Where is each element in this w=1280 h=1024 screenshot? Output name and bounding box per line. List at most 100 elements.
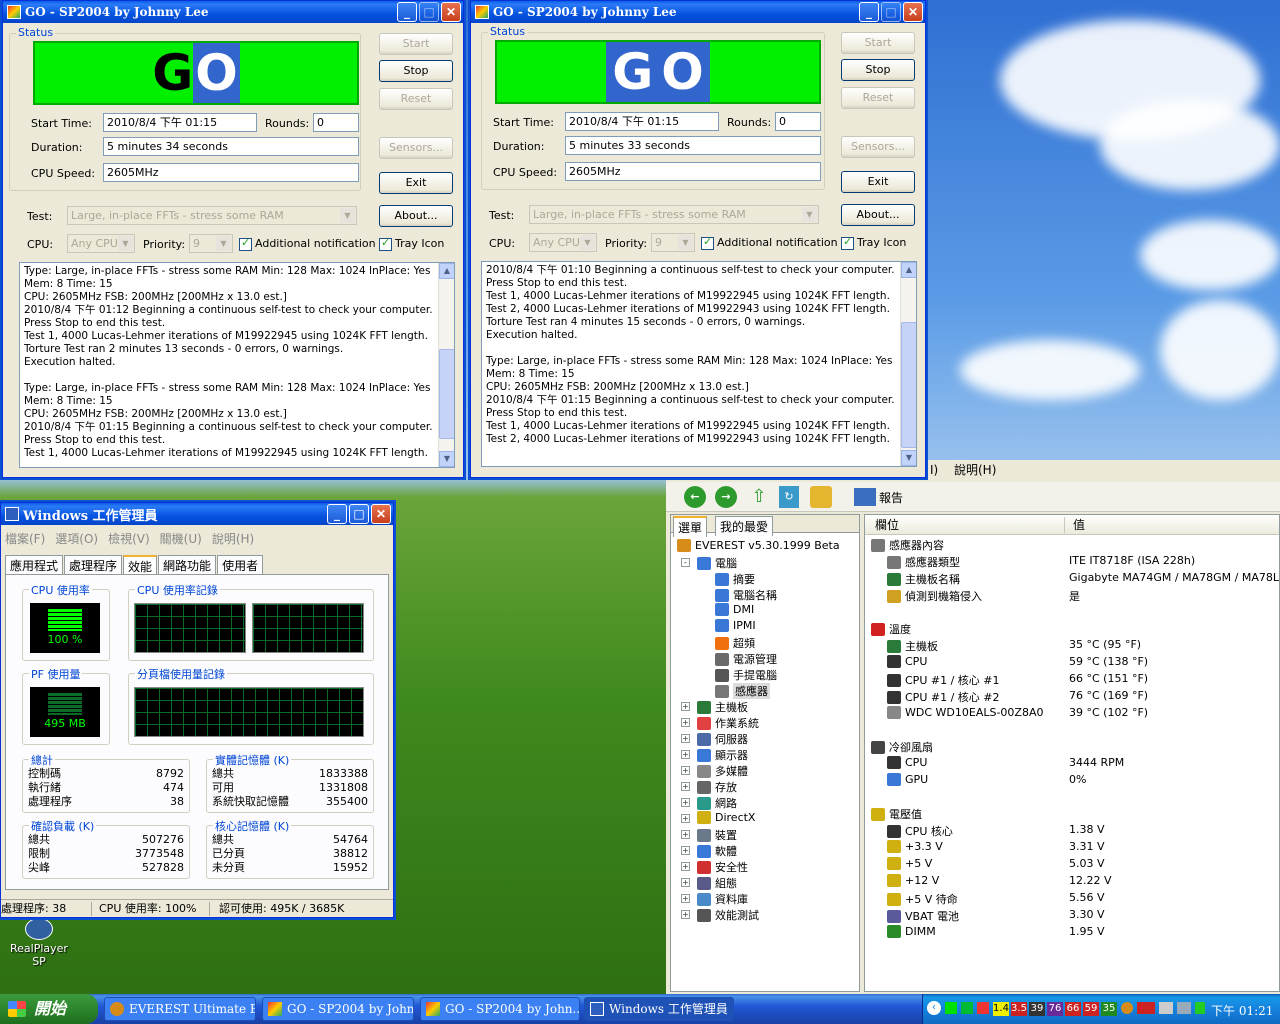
tree-item[interactable]: 網路 <box>697 795 737 811</box>
tray-status-icon[interactable] <box>945 1002 957 1014</box>
tree-item[interactable]: 裝置 <box>697 827 737 843</box>
stop-button[interactable]: Stop <box>379 60 453 82</box>
reset-button[interactable]: Reset <box>379 88 453 110</box>
close-button[interactable]: ✕ <box>903 2 923 22</box>
sensor-row[interactable]: CPU 核心 1.38 V <box>865 823 1279 840</box>
tray-badge[interactable]: 35 <box>1101 1002 1117 1016</box>
sensor-row[interactable]: CPU #1 / 核心 #2 76 °C (169 °F) <box>865 689 1279 706</box>
sensor-row[interactable]: CPU 3444 RPM <box>865 756 1279 773</box>
tree-item[interactable]: DMI <box>715 603 754 616</box>
menu-help[interactable]: 說明(H) <box>212 530 254 547</box>
col-field-header[interactable]: 欄位 <box>875 515 899 535</box>
tray-everest-icon[interactable] <box>1121 1002 1133 1014</box>
tray-icon-checkbox[interactable]: Tray Icon <box>379 236 444 251</box>
realplayer-desktop-icon[interactable]: RealPlayer SP <box>4 918 74 968</box>
sensor-row[interactable]: CPU 59 °C (138 °F) <box>865 655 1279 672</box>
col-value-header[interactable]: 值 <box>1073 515 1085 535</box>
tab-users[interactable]: 使用者 <box>217 555 264 576</box>
log-textarea[interactable]: ▲ ▼ 2010/8/4 下午 01:10 Beginning a contin… <box>481 261 917 467</box>
tray-network-icon[interactable] <box>1159 1002 1173 1014</box>
section-header[interactable]: 溫度 <box>865 621 1279 638</box>
tree-item[interactable]: 存放 <box>697 779 737 795</box>
tree-item[interactable]: 資料庫 <box>697 891 748 907</box>
tree-expander-icon[interactable]: + <box>681 878 690 887</box>
sensor-row[interactable]: CPU #1 / 核心 #1 66 °C (151 °F) <box>865 672 1279 689</box>
exit-button[interactable]: Exit <box>841 171 915 193</box>
section-header[interactable]: 冷卻風扇 <box>865 739 1279 756</box>
tree-item[interactable]: 安全性 <box>697 859 748 875</box>
maximize-button[interactable]: □ <box>881 2 901 22</box>
sensor-row[interactable]: +5 V 5.03 V <box>865 857 1279 874</box>
tree-item[interactable]: 感應器 <box>715 683 770 699</box>
menu-shutdown[interactable]: 關機(U) <box>160 530 202 547</box>
log-scrollbar[interactable]: ▲ ▼ <box>438 263 454 467</box>
tab-applications[interactable]: 應用程式 <box>5 555 64 576</box>
tree-item[interactable]: 作業系統 <box>697 715 759 731</box>
sensor-row[interactable]: 主機板 35 °C (95 °F) <box>865 638 1279 655</box>
log-scrollbar[interactable]: ▲ ▼ <box>900 262 916 466</box>
sensors-button[interactable]: Sensors... <box>379 137 453 159</box>
sensor-row[interactable]: GPU 0% <box>865 773 1279 790</box>
about-button[interactable]: About... <box>841 204 915 226</box>
tree-expander-icon[interactable]: + <box>681 830 690 839</box>
scroll-thumb[interactable] <box>439 349 454 439</box>
exit-button[interactable]: Exit <box>379 172 453 194</box>
tree-expander-icon[interactable]: + <box>681 846 690 855</box>
forward-icon[interactable]: → <box>715 486 737 508</box>
menu-partial[interactable]: I) <box>930 460 938 480</box>
back-icon[interactable]: ← <box>684 486 706 508</box>
task-manager-titlebar[interactable]: Windows 工作管理員 _ □ ✕ <box>1 503 393 525</box>
test-select[interactable]: Large, in-place FFTs - stress some RAM ▼ <box>529 205 819 224</box>
tab-performance[interactable]: 效能 <box>123 555 158 576</box>
priority-select[interactable]: 9 ▼ <box>189 234 233 253</box>
sensor-row[interactable]: DIMM 1.95 V <box>865 925 1279 942</box>
minimize-button[interactable]: _ <box>327 504 347 524</box>
sensor-row[interactable]: WDC WD10EALS-00Z8A0 39 °C (102 °F) <box>865 706 1279 723</box>
menu-view[interactable]: 檢視(V) <box>108 530 150 547</box>
cpu-select[interactable]: Any CPU ▼ <box>67 234 135 253</box>
tray-badge[interactable]: 66 <box>1065 1002 1081 1016</box>
scroll-thumb[interactable] <box>901 322 916 448</box>
tray-prime95-icon[interactable] <box>977 1002 989 1014</box>
tab-networking[interactable]: 網路功能 <box>158 555 217 576</box>
tree-item[interactable]: DirectX <box>697 811 755 824</box>
tree-expander-icon[interactable]: + <box>681 718 690 727</box>
tree-item[interactable]: 電腦名稱 <box>715 587 777 603</box>
tree-item[interactable]: EVEREST v5.30.1999 Beta <box>677 539 840 552</box>
tree-expander-icon[interactable]: + <box>681 750 690 759</box>
minimize-button[interactable]: _ <box>397 2 417 22</box>
tray-ati-icon[interactable] <box>1137 1002 1155 1014</box>
tray-badge[interactable]: 59 <box>1083 1002 1099 1016</box>
tray-badge[interactable]: 76 <box>1047 1002 1063 1016</box>
additional-notification-checkbox[interactable]: Additional notification <box>239 236 376 251</box>
tree-item[interactable]: 超頻 <box>715 635 755 651</box>
tree-expander-icon[interactable]: + <box>681 798 690 807</box>
test-select[interactable]: Large, in-place FFTs - stress some RAM ▼ <box>67 206 357 225</box>
scroll-down-icon[interactable]: ▼ <box>439 451 454 467</box>
tree-item[interactable]: 摘要 <box>715 571 755 587</box>
scroll-up-icon[interactable]: ▲ <box>439 263 454 279</box>
tray-badge[interactable]: 39 <box>1029 1002 1045 1016</box>
sensor-row[interactable]: 主機板名稱 Gigabyte MA74GM / MA78GM / MA78LM S… <box>865 571 1279 588</box>
start-button[interactable]: 開始 <box>0 994 98 1024</box>
maximize-button[interactable]: □ <box>419 2 439 22</box>
report-button[interactable]: 報告 <box>854 486 903 508</box>
sensor-row[interactable]: +5 V 待命 5.56 V <box>865 891 1279 908</box>
sensor-row[interactable]: +12 V 12.22 V <box>865 874 1279 891</box>
tree-item[interactable]: 電源管理 <box>715 651 777 667</box>
log-textarea[interactable]: ▲ ▼ Type: Large, in-place FFTs - stress … <box>19 262 455 468</box>
tree-item[interactable]: 組態 <box>697 875 737 891</box>
tray-icon-checkbox[interactable]: Tray Icon <box>841 235 906 250</box>
scroll-up-icon[interactable]: ▲ <box>901 262 916 278</box>
cpu-select[interactable]: Any CPU ▼ <box>529 233 597 252</box>
tree-expander-icon[interactable]: + <box>681 702 690 711</box>
sensor-row[interactable]: +3.3 V 3.31 V <box>865 840 1279 857</box>
tray-badge[interactable]: 3.5 <box>1011 1002 1027 1016</box>
tab-processes[interactable]: 處理程序 <box>64 555 123 576</box>
close-button[interactable]: ✕ <box>441 2 461 22</box>
taskbar-item-prime95-2[interactable]: GO - SP2004 by John... <box>420 997 580 1021</box>
tree-item[interactable]: 效能測試 <box>697 907 759 923</box>
sensor-row[interactable]: 感應器類型 ITE IT8718F (ISA 228h) <box>865 554 1279 571</box>
priority-select[interactable]: 9 ▼ <box>651 233 695 252</box>
tree-item[interactable]: 軟體 <box>697 843 737 859</box>
